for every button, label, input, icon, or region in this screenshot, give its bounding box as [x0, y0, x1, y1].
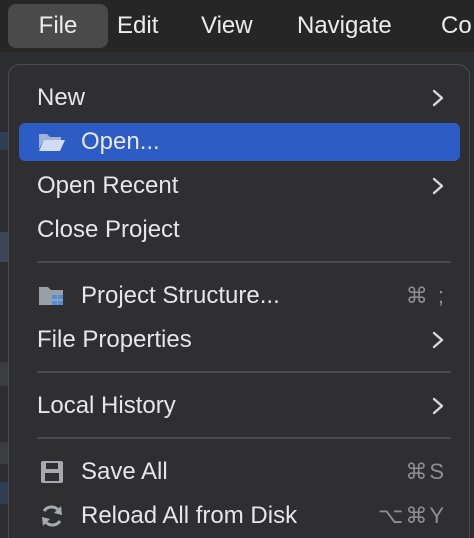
ide-edge-fragment: [0, 132, 8, 150]
menu-separator: [37, 437, 451, 439]
file-menu-dropdown: New Open... Open Recent Close Project Pr…: [8, 64, 470, 538]
menu-view[interactable]: View: [201, 4, 253, 48]
menu-item-file-properties[interactable]: File Properties: [19, 321, 460, 359]
menu-item-label: Close Project: [37, 216, 180, 243]
menu-file[interactable]: File: [8, 4, 108, 48]
shortcut-label: ⌘ ;: [405, 283, 446, 308]
menu-item-label: Save All: [81, 458, 168, 485]
menu-item-open-recent[interactable]: Open Recent: [19, 167, 460, 205]
menu-item-save-all[interactable]: Save All ⌘S: [19, 453, 460, 491]
menu-separator: [37, 261, 451, 263]
reload-icon: [42, 505, 62, 527]
ide-edge-fragment: [0, 482, 8, 504]
folder-open-icon: [39, 134, 65, 151]
menu-separator: [37, 371, 451, 373]
menu-item-project-structure[interactable]: Project Structure... ⌘ ;: [19, 277, 460, 315]
menu-item-open[interactable]: Open...: [19, 123, 460, 161]
screen: File Edit View Navigate Co New Open... O…: [0, 0, 474, 538]
menu-item-label: Local History: [37, 392, 176, 419]
menu-item-label: Open...: [81, 128, 160, 155]
chevron-right-icon: [432, 177, 444, 195]
menu-item-label: Reload All from Disk: [81, 502, 298, 529]
menu-navigate[interactable]: Navigate: [297, 4, 392, 48]
ide-edge-fragment: [0, 362, 8, 386]
menu-bar: File Edit View Navigate Co: [0, 0, 474, 52]
menu-item-close-project[interactable]: Close Project: [19, 211, 460, 249]
menu-item-new[interactable]: New: [19, 79, 460, 117]
save-icon: [41, 461, 63, 483]
project-structure-icon: [39, 287, 63, 305]
menu-item-label: File Properties: [37, 326, 192, 353]
menu-edit[interactable]: Edit: [117, 4, 158, 48]
shortcut-label: ⌘S: [405, 459, 446, 484]
menu-item-label: Open Recent: [37, 172, 179, 199]
chevron-right-icon: [432, 331, 444, 349]
menu-item-label: New: [37, 84, 86, 111]
ide-edge-fragment: [0, 442, 8, 464]
shortcut-label: ⌥⌘Y: [377, 503, 446, 528]
menu-item-label: Project Structure...: [81, 282, 280, 309]
menu-item-local-history[interactable]: Local History: [19, 387, 460, 425]
ide-edge-fragment: [0, 232, 8, 262]
menu-item-reload-all-from-disk[interactable]: Reload All from Disk ⌥⌘Y: [19, 497, 460, 535]
chevron-right-icon: [432, 397, 444, 415]
menu-code[interactable]: Co: [441, 4, 472, 48]
chevron-right-icon: [432, 89, 444, 107]
